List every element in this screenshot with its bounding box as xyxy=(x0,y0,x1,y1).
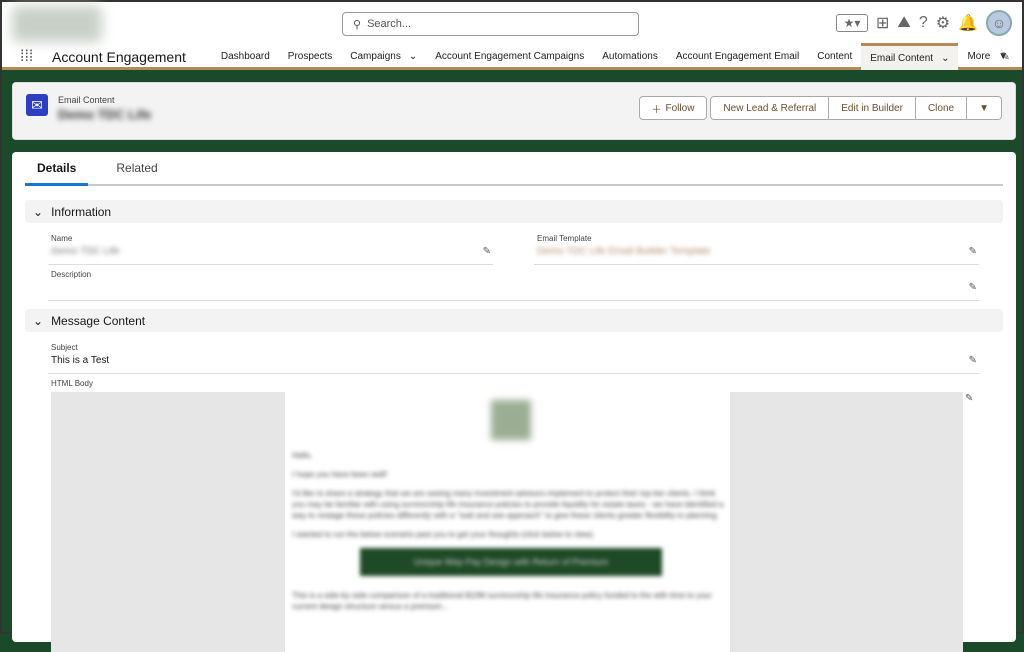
html-body-preview: Hello, I hope you have been well! I'd li… xyxy=(51,392,963,652)
nav-item-account-engagement-email[interactable]: Account Engagement Email xyxy=(667,43,808,70)
section-information[interactable]: ⌄ Information xyxy=(25,200,1003,223)
edit-nav-icon[interactable]: ✎ xyxy=(1001,50,1010,63)
chevron-down-icon[interactable]: ⌄ xyxy=(941,53,949,64)
new-lead-referral-button[interactable]: New Lead & Referral xyxy=(710,96,830,120)
gear-icon[interactable]: ⚙ xyxy=(936,13,950,33)
edit-pencil-icon[interactable]: ✎ xyxy=(969,246,977,257)
email-template-field: Email Template Demo TDC Life Email Builde… xyxy=(534,234,979,265)
html-body-label: HTML Body xyxy=(51,379,93,388)
edit-pencil-icon[interactable]: ✎ xyxy=(965,393,973,404)
trailhead-icon[interactable]: ⛰ xyxy=(897,14,910,32)
email-icon: ✉ xyxy=(26,94,48,116)
help-icon[interactable]: ? xyxy=(919,14,928,32)
record-name: Demo TDC Life xyxy=(58,107,152,122)
org-logo xyxy=(12,6,102,42)
tab-related[interactable]: Related xyxy=(104,152,169,184)
name-field: Name Demo TDC Life ✎ xyxy=(48,234,493,265)
chevron-down-icon[interactable]: ⌄ xyxy=(409,51,417,62)
nav-item-prospects[interactable]: Prospects xyxy=(279,43,341,70)
edit-pencil-icon[interactable]: ✎ xyxy=(483,246,491,257)
chevron-down-icon: ⌄ xyxy=(33,204,44,219)
avatar[interactable]: ☺ xyxy=(986,10,1012,36)
nav-item-dashboard[interactable]: Dashboard xyxy=(212,43,279,70)
record-detail: Details Related ⌄ Information Name Demo TD… xyxy=(12,152,1016,652)
nav-item-email-content[interactable]: Email Content ⌄ xyxy=(861,43,959,70)
search-input[interactable]: ⚲ Search... xyxy=(342,12,639,36)
bell-icon[interactable]: 🔔 xyxy=(958,13,978,33)
favorites-star-icon[interactable]: ★▾ xyxy=(835,14,868,32)
email-cta-button[interactable]: Unique Wep Pay Design with Return of Pre… xyxy=(360,548,662,576)
object-label: Email Content xyxy=(58,95,115,105)
tab-details[interactable]: Details xyxy=(25,152,89,186)
nav-item-content[interactable]: Content xyxy=(808,43,861,70)
follow-button[interactable]: ＋ Follow xyxy=(638,96,708,120)
edit-pencil-icon[interactable]: ✎ xyxy=(969,355,977,366)
global-header: ⚲ Search... ★▾ ⊞ ⛰ ? ⚙ 🔔 ☺ ⁞⁞⁞ Account En… xyxy=(2,2,1022,70)
app-launcher-icon[interactable]: ⁞⁞⁞ xyxy=(20,48,36,66)
clone-button[interactable]: Clone xyxy=(915,96,968,120)
app-name: Account Engagement xyxy=(52,48,186,65)
search-icon: ⚲ xyxy=(353,18,362,31)
edit-pencil-icon[interactable]: ✎ xyxy=(969,282,977,293)
nav-item-account-engagement-campaigns[interactable]: Account Engagement Campaigns xyxy=(426,43,593,70)
email-logo-image xyxy=(491,400,531,440)
caret-down-icon: ▼ xyxy=(979,102,989,114)
edit-in-builder-button[interactable]: Edit in Builder xyxy=(829,96,916,120)
nav-item-automations[interactable]: Automations xyxy=(593,43,667,70)
more-actions-button[interactable]: ▼ xyxy=(967,96,1002,120)
description-field: Description ✎ xyxy=(48,270,979,301)
section-message-content[interactable]: ⌄ Message Content xyxy=(25,309,1003,332)
plus-icon: ＋ xyxy=(651,104,662,116)
nav-item-campaigns[interactable]: Campaigns ⌄ xyxy=(341,43,426,70)
subject-field: Subject This is a Test ✎ xyxy=(48,343,979,374)
add-icon[interactable]: ⊞ xyxy=(876,13,889,33)
chevron-down-icon: ⌄ xyxy=(33,313,44,328)
record-header: ✉ Email Content Demo TDC Life ＋ Follow Ne… xyxy=(12,82,1016,140)
nav-bar: ⁞⁞⁞ Account Engagement Dashboard Prospect… xyxy=(2,43,1022,70)
